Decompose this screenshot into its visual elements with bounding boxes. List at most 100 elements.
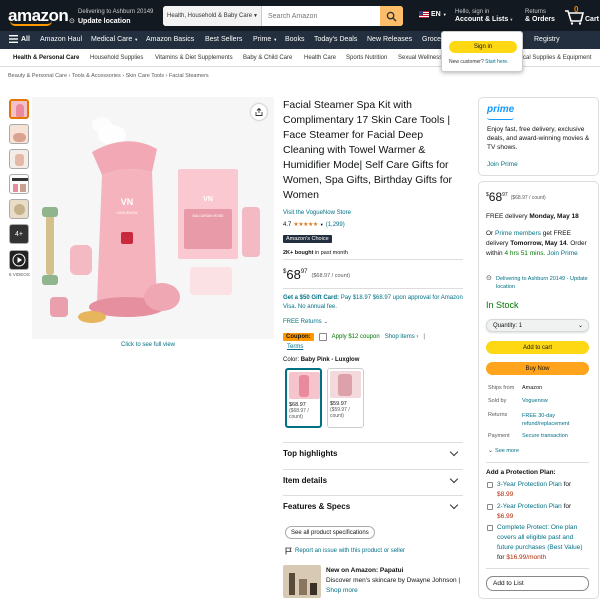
plan-name-link[interactable]: Complete Protect: One plan covers all el… (497, 524, 583, 551)
cat-household-supplies[interactable]: Household Supplies (90, 55, 143, 61)
cat-health-care[interactable]: Health Care (304, 55, 336, 61)
ad-title: New on Amazon: Papatui (326, 567, 404, 574)
plan-name-link[interactable]: 2-Year Protection Plan (497, 503, 562, 510)
thumbnail-2[interactable] (9, 124, 29, 144)
nav-registry[interactable]: Registry (534, 36, 560, 43)
store-link[interactable]: Visit the VogueNow Store (283, 210, 351, 216)
plan-price: $16.99/month (506, 554, 547, 561)
nav-best-sellers[interactable]: Best Sellers (205, 36, 242, 43)
chevron-down-icon: ▼ (134, 37, 139, 42)
protection-plan-option-3[interactable]: Complete Protect: One plan covers all el… (487, 523, 589, 563)
plan-checkbox[interactable] (487, 525, 493, 531)
add-to-list-button[interactable]: Add to List (486, 576, 589, 591)
returns-policy-link[interactable]: FREE 30-day refund/replacement (522, 412, 586, 428)
thumbnail-3[interactable] (9, 149, 29, 169)
thumbnail-4[interactable] (9, 174, 29, 194)
accordion-label: Features & Specs (283, 502, 351, 511)
nav-todays-deals[interactable]: Today's Deals (314, 36, 357, 43)
protection-plan-option-2[interactable]: 2-Year Protection Plan for $6.99 (487, 502, 589, 522)
rating-count-link[interactable]: (1,299) (326, 222, 345, 228)
search-category-select[interactable]: Health, Household & Baby Care ▼ (163, 6, 262, 26)
free-delivery-label: FREE delivery (486, 213, 528, 220)
prime-members-link[interactable]: Prime members (495, 230, 541, 237)
cat-health-personal-care[interactable]: Health & Personal Care (13, 55, 79, 61)
gift-card-offer[interactable]: Get a $50 Gift Card: Pay $18.97 $68.97 u… (283, 294, 463, 312)
accordion-features-specs[interactable]: Features & Specs (283, 495, 463, 517)
color-value: Baby Pink - Luxglow (300, 357, 360, 363)
accordion-label: Top highlights (283, 449, 338, 458)
signin-button[interactable]: Sign in (449, 41, 517, 53)
protection-plan-option-1[interactable]: 3-Year Protection Plan for $8.99 (487, 480, 589, 500)
coupon-shop-items-link[interactable]: Shop items › (385, 334, 419, 340)
ad-image[interactable] (283, 565, 321, 598)
search-input[interactable] (264, 6, 379, 26)
join-prime-link-2[interactable]: Join Prime (547, 250, 578, 257)
plan-checkbox[interactable] (487, 504, 493, 510)
ad-shop-link[interactable]: Shop more (326, 587, 358, 594)
in-stock-text: In Stock (486, 300, 519, 310)
breadcrumb-item[interactable]: Tools & Accessories (72, 73, 121, 79)
cart-link[interactable]: 0 Cart (564, 5, 599, 27)
start-here-link[interactable]: Start here. (485, 59, 508, 65)
see-more-link[interactable]: ⌄ See more (488, 447, 519, 455)
seller-link[interactable]: Voguenow (522, 398, 548, 404)
accordion-label: Item details (283, 476, 328, 485)
free-delivery-text: FREE delivery Monday, May 18 (486, 213, 579, 220)
buybox-deliver-location[interactable]: ⊙ Delivering to Ashburn 20149 - Update l… (486, 275, 590, 291)
accordion-item-details[interactable]: Item details (283, 469, 463, 491)
price-per-count: ($68.97 / count) (311, 273, 351, 279)
deliver-to-location[interactable]: Delivering to Ashburn 20149 ⊙ Update loca… (69, 8, 153, 27)
cat-sports-nutrition[interactable]: Sports Nutrition (346, 55, 387, 61)
buy-now-button[interactable]: Buy Now (486, 362, 589, 375)
nav-prime[interactable]: Prime ▼ (253, 36, 277, 43)
thumbnail-more[interactable]: 4+ (9, 224, 29, 244)
cat-baby-child-care[interactable]: Baby & Child Care (243, 55, 292, 61)
fastest-date: Tomorrow, May 14 (510, 240, 567, 247)
rating-row: 4.7 ★★★★★ ▼ (1,299) (283, 221, 345, 229)
breadcrumb-item[interactable]: Facial Steamers (169, 73, 209, 79)
color-swatch-baby-pink[interactable]: $68.97 ($68.97 / count) (285, 368, 322, 428)
nav-medical-care[interactable]: Medical Care ▼ (91, 36, 138, 43)
nav-new-releases[interactable]: New Releases (367, 36, 412, 43)
thumbnail-video[interactable] (9, 250, 29, 270)
search-button[interactable] (380, 6, 403, 26)
quantity-select[interactable]: Quantity: 1 ⌄ (486, 319, 589, 332)
color-swatch-alt[interactable]: $59.97 ($59.97 / count) (327, 368, 364, 428)
divider (486, 568, 589, 569)
add-to-cart-button[interactable]: Add to cart (486, 341, 589, 354)
coupon-terms-link[interactable]: Terms (287, 344, 303, 350)
svg-text:VN: VN (121, 197, 134, 207)
chevron-down-icon: ⌄ (577, 323, 583, 329)
nav-groceries[interactable]: Groce (422, 36, 441, 43)
returns-orders-link[interactable]: Returns & Orders (525, 8, 555, 24)
plan-name-link[interactable]: 3-Year Protection Plan (497, 481, 562, 488)
star-rating-icon[interactable]: ★★★★★ (293, 221, 318, 228)
share-button[interactable] (251, 104, 267, 120)
account-lists-menu[interactable]: Hello, sign in Account & Lists ▼ (455, 8, 513, 24)
free-returns-link[interactable]: FREE Returns ⌄ (283, 319, 328, 325)
all-menu-button[interactable]: All (9, 35, 30, 43)
thumbnail-5[interactable] (9, 199, 29, 219)
nav-amazon-haul[interactable]: Amazon Haul (40, 36, 82, 43)
main-product-image[interactable]: VN VOGUENOW VN BULGARIAN ROSE (32, 97, 274, 339)
payment-link[interactable]: Secure transaction (522, 433, 568, 439)
swatch-product-shape (338, 374, 352, 396)
plan-checkbox[interactable] (487, 482, 493, 488)
breadcrumb-item[interactable]: Skin Care Tools (126, 73, 164, 79)
nav-amazon-basics[interactable]: Amazon Basics (146, 36, 194, 43)
click-full-view-link[interactable]: Click to see full view (121, 342, 175, 348)
see-all-specs-button[interactable]: See all product specifications (285, 526, 375, 539)
thumbnail-product-shape (14, 204, 25, 215)
breadcrumb-item[interactable]: Beauty & Personal Care (8, 73, 67, 79)
accordion-top-highlights[interactable]: Top highlights (283, 442, 463, 464)
join-prime-link[interactable]: Join Prime (487, 161, 518, 168)
coupon-label: Coupon: (283, 333, 314, 341)
report-issue-link[interactable]: Report an issue with this product or sel… (285, 547, 405, 555)
thumbnail-1[interactable] (9, 99, 29, 119)
all-menu-label: All (21, 35, 30, 43)
cat-vitamins[interactable]: Vitamins & Diet Supplements (155, 55, 233, 61)
language-selector[interactable]: EN ▼ (419, 11, 447, 18)
cat-sexual-wellness[interactable]: Sexual Wellness (398, 55, 442, 61)
coupon-checkbox[interactable] (318, 333, 327, 341)
nav-books[interactable]: Books (285, 36, 304, 43)
